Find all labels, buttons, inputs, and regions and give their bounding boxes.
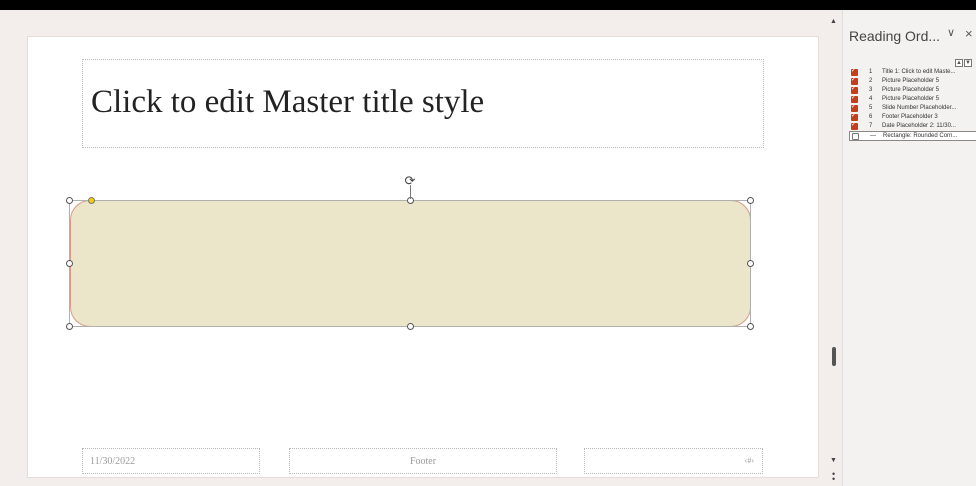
resize-handle-right[interactable] xyxy=(747,260,754,267)
scrollbar-thumb[interactable] xyxy=(832,347,836,366)
date-placeholder[interactable]: 11/30/2022 xyxy=(82,448,260,474)
footer-placeholder[interactable]: Footer xyxy=(289,448,557,474)
slide-number-placeholder[interactable]: ‹#› xyxy=(584,448,763,474)
footer-text: Footer xyxy=(409,456,437,467)
slide-number-text: ‹#› xyxy=(744,456,754,465)
item-label: Date Placeholder 2: 11/30... xyxy=(882,123,956,129)
item-label: Picture Placeholder 5 xyxy=(882,87,940,93)
resize-handle-bottom[interactable] xyxy=(407,323,414,330)
list-item-selected[interactable]: — Rectangle: Rounded Corn... xyxy=(849,131,976,141)
item-number: 6 xyxy=(869,114,873,120)
list-item[interactable]: 2 Picture Placeholder 5 xyxy=(849,77,976,86)
corner-radius-adjust-handle[interactable] xyxy=(88,197,95,204)
list-item[interactable]: 6 Footer Placeholder 3 xyxy=(849,113,976,122)
list-item[interactable]: 4 Picture Placeholder 5 xyxy=(849,95,976,104)
item-checkbox[interactable] xyxy=(851,77,858,85)
item-checkbox[interactable] xyxy=(851,113,858,121)
move-up-icon[interactable]: ▲ xyxy=(955,59,963,67)
item-checkbox[interactable] xyxy=(851,68,858,76)
item-label: Footer Placeholder 3 xyxy=(882,114,938,120)
resize-handle-top-left[interactable] xyxy=(66,197,73,204)
pane-title: Reading Ord... xyxy=(849,28,941,44)
item-label: Title 1: Click to edit Maste... xyxy=(882,69,956,75)
item-checkbox[interactable] xyxy=(852,133,859,140)
item-checkbox[interactable] xyxy=(851,86,858,94)
resize-handle-left[interactable] xyxy=(66,260,73,267)
title-placeholder[interactable]: Click to edit Master title style xyxy=(82,59,764,148)
item-number: 5 xyxy=(869,105,873,111)
scroll-grip-icon: • • xyxy=(832,469,836,484)
item-label: Picture Placeholder 5 xyxy=(882,78,940,84)
item-number: 7 xyxy=(869,123,873,129)
item-checkbox[interactable] xyxy=(851,104,858,112)
list-item[interactable]: 1 Title 1: Click to edit Maste... xyxy=(849,68,976,77)
item-label: Picture Placeholder 5 xyxy=(882,96,940,102)
rotate-handle-icon[interactable]: ⟳ xyxy=(403,174,417,188)
scroll-down-arrow-icon[interactable]: ▼ xyxy=(830,457,837,464)
pane-options-chevron-icon[interactable]: ∨ xyxy=(947,26,955,39)
resize-handle-bottom-right[interactable] xyxy=(747,323,754,330)
resize-handle-bottom-left[interactable] xyxy=(66,323,73,330)
move-down-icon[interactable]: ▼ xyxy=(964,59,972,67)
vertical-scrollbar[interactable]: ▲ ▼ • • xyxy=(826,10,842,486)
pane-close-icon[interactable]: × xyxy=(965,26,973,41)
item-label: Slide Number Placeholder... xyxy=(882,105,957,111)
list-item[interactable]: 7 Date Placeholder 2: 11/30... xyxy=(849,122,976,131)
item-number: 3 xyxy=(869,87,873,93)
date-text: 11/30/2022 xyxy=(90,456,136,467)
selection-frame xyxy=(69,200,751,327)
list-item[interactable]: 5 Slide Number Placeholder... xyxy=(849,104,976,113)
list-item[interactable]: 3 Picture Placeholder 5 xyxy=(849,86,976,95)
item-number: — xyxy=(870,133,876,139)
scroll-up-arrow-icon[interactable]: ▲ xyxy=(830,18,837,25)
item-checkbox[interactable] xyxy=(851,95,858,103)
item-checkbox[interactable] xyxy=(851,122,858,130)
item-number: 1 xyxy=(869,69,873,75)
item-number: 2 xyxy=(869,78,873,84)
title-text[interactable]: Click to edit Master title style xyxy=(91,84,484,121)
reading-order-pane: Reading Ord... ∨ × ▲▼ 1 Title 1: Click t… xyxy=(842,10,976,486)
item-number: 4 xyxy=(869,96,873,102)
item-label: Rectangle: Rounded Corn... xyxy=(883,133,958,139)
resize-handle-top-right[interactable] xyxy=(747,197,754,204)
reading-order-list: 1 Title 1: Click to edit Maste... 2 Pict… xyxy=(849,68,976,141)
